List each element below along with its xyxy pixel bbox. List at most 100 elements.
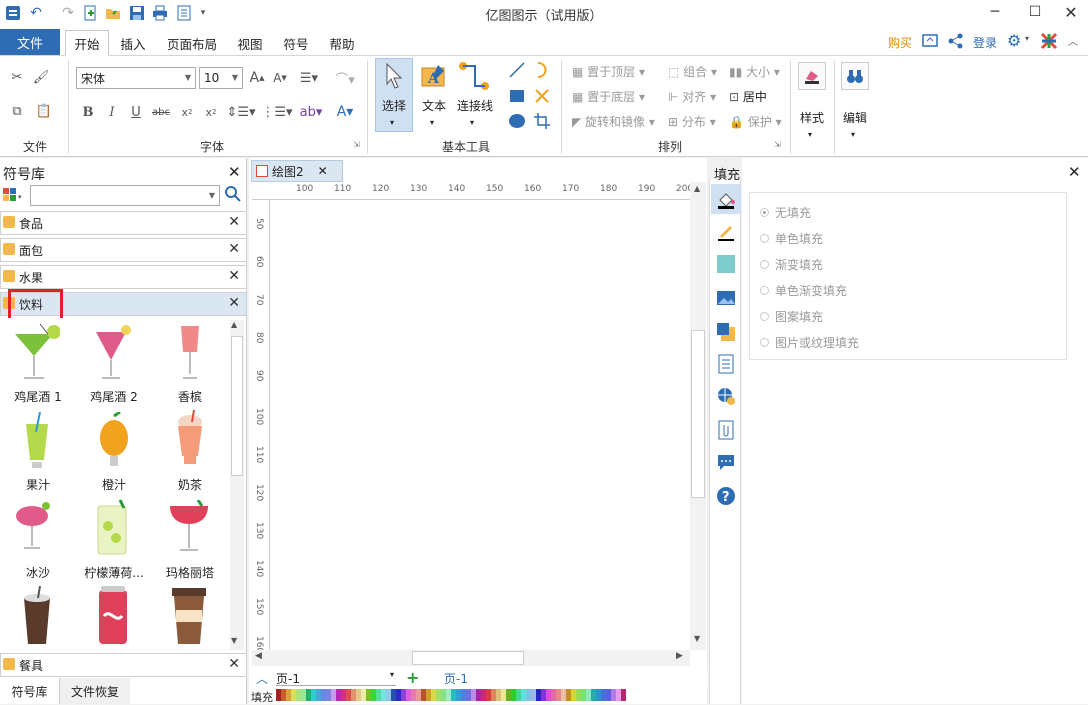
color-palette[interactable] (276, 689, 632, 701)
edit-label[interactable]: 编辑 (839, 109, 871, 126)
font-dialog-launcher-icon[interactable]: ⇲ (353, 140, 360, 149)
style-label[interactable]: 样式 (796, 109, 828, 126)
buy-link[interactable]: 购买 (888, 34, 912, 51)
select-dropdown-icon[interactable]: ▾ (390, 118, 394, 127)
fill-option-pattern[interactable]: 图案填充 (760, 308, 823, 325)
connector-dropdown-icon[interactable]: ▾ (470, 118, 474, 127)
collapse-ribbon-icon[interactable]: ︿ (1068, 33, 1078, 48)
font-color-icon[interactable]: A▾ (332, 102, 358, 122)
line-style-icon[interactable] (716, 222, 736, 242)
library-search-input[interactable]: ▼ (30, 185, 220, 206)
edit-dropdown-icon[interactable]: ▾ (851, 130, 855, 139)
crop-icon[interactable] (532, 111, 552, 134)
line-spacing-icon[interactable]: ⇕☰▾ (226, 102, 256, 122)
search-icon[interactable] (224, 185, 242, 206)
symbol-margarita[interactable]: 玛格丽塔 (152, 494, 228, 582)
hyperlink-globe-icon[interactable] (716, 386, 736, 406)
page-tab-1[interactable]: 页-1 (444, 670, 468, 687)
rectangle-shape-icon[interactable] (507, 86, 527, 109)
symbol-juice[interactable]: 果汁 (0, 406, 76, 494)
canvas-scroll-down-icon[interactable]: ▼ (694, 634, 700, 643)
close-document-icon[interactable]: ✕ (318, 164, 328, 178)
shadow-icon[interactable] (716, 254, 736, 274)
close-category-icon[interactable]: ✕ (228, 214, 240, 230)
symbol-smoothie[interactable]: 冰沙 (0, 494, 76, 582)
image-icon[interactable] (716, 288, 736, 308)
close-library-icon[interactable]: ✕ (228, 163, 241, 181)
symbol-orange-juice[interactable]: 橙汁 (76, 406, 152, 494)
attachment-icon[interactable] (716, 420, 736, 440)
maximize-icon[interactable]: ☐ (1016, 0, 1054, 24)
strikethrough-icon[interactable]: abc (150, 102, 172, 122)
arrange-dialog-launcher-icon[interactable]: ⇲ (774, 140, 781, 149)
align-button[interactable]: ⊩ 对齐 ▾ (668, 88, 716, 105)
tab-view[interactable]: 视图 (230, 30, 270, 56)
layers-icon[interactable] (716, 322, 736, 342)
connector-tool-icon[interactable] (458, 60, 490, 95)
library-grid-icon[interactable]: ▾ (2, 186, 26, 207)
bullet-list-icon[interactable]: ⋮☰▾ (261, 102, 292, 122)
superscript-icon[interactable]: x2 (202, 102, 220, 122)
text-direction-icon[interactable]: ⌒▾ (330, 68, 360, 88)
document-tab[interactable]: 绘图2 ✕ (251, 160, 343, 182)
symbol-milk-tea[interactable]: 奶茶 (152, 406, 228, 494)
category-tableware[interactable]: 餐具 ✕ (0, 653, 247, 677)
close-category-icon[interactable]: ✕ (228, 656, 240, 672)
paste-icon[interactable]: 📋 (32, 102, 56, 120)
fill-option-none[interactable]: 无填充 (760, 204, 811, 221)
symbol-coffee-cup[interactable] (152, 582, 228, 654)
tab-help[interactable]: 帮助 (322, 30, 362, 56)
send-to-back-button[interactable]: ▦ 置于底层 ▾ (572, 88, 645, 105)
page-nav-up-icon[interactable]: ︿ (256, 670, 268, 687)
tab-insert[interactable]: 插入 (113, 30, 153, 56)
size-button[interactable]: ▮▮ 大小 ▾ (729, 63, 780, 80)
symbol-soda-can[interactable] (76, 582, 152, 654)
category-fruit[interactable]: 水果 ✕ (0, 265, 247, 289)
canvas-hscroll-thumb[interactable] (412, 651, 524, 665)
login-link[interactable]: 登录 (973, 34, 997, 51)
settings-dropdown-icon[interactable]: ▾ (1025, 34, 1029, 43)
share-screen-icon[interactable] (921, 32, 939, 53)
close-window-icon[interactable]: ✕ (1052, 0, 1088, 24)
canvas-scroll-left-icon[interactable]: ◀ (255, 651, 262, 661)
center-button[interactable]: ⊡ 居中 (729, 88, 767, 105)
text-dropdown-icon[interactable]: ▾ (430, 118, 434, 127)
tab-symbols[interactable]: 符号 (276, 30, 316, 56)
fill-option-solid[interactable]: 单色填充 (760, 230, 823, 247)
settings-gear-icon[interactable]: ⚙ (1007, 31, 1021, 50)
drawing-page[interactable] (270, 200, 690, 650)
cross-shape-icon[interactable] (532, 86, 552, 109)
page-properties-icon[interactable] (716, 354, 736, 374)
symbol-champagne[interactable]: 香槟 (152, 318, 228, 406)
help-icon[interactable]: ? (716, 486, 736, 506)
binoculars-icon[interactable] (841, 62, 869, 90)
category-bread[interactable]: 面包 ✕ (0, 238, 247, 262)
highlight-icon[interactable]: ab▾ (296, 102, 326, 122)
shrink-font-icon[interactable]: A ▼ (271, 68, 289, 88)
tab-file-recovery[interactable]: 文件恢复 (60, 678, 130, 704)
symbol-bubble-tea[interactable] (0, 582, 76, 654)
cut-icon[interactable]: ✂ (8, 68, 26, 86)
library-scroll-thumb[interactable] (231, 336, 243, 476)
ellipse-shape-icon[interactable] (507, 111, 527, 134)
symbol-cocktail-2[interactable]: 鸡尾酒 2 (76, 318, 152, 406)
text-tool-icon[interactable]: A (420, 62, 448, 93)
comment-icon[interactable] (716, 452, 736, 472)
distribute-button[interactable]: ⊞ 分布 ▾ (668, 113, 716, 130)
font-size-select[interactable]: 10 ▼ (199, 67, 243, 89)
font-name-select[interactable]: 宋体 ▼ (76, 67, 196, 89)
paragraph-align-icon[interactable]: ☰▾ (297, 68, 321, 88)
close-category-icon[interactable]: ✕ (228, 268, 240, 284)
style-dropdown-icon[interactable]: ▾ (808, 130, 812, 139)
text-tool-label[interactable]: 文本 (418, 97, 450, 114)
subscript-icon[interactable]: x2 (178, 102, 196, 122)
minimize-icon[interactable]: ─ (976, 0, 1014, 24)
symbol-lemon-mint[interactable]: 柠檬薄荷... (76, 494, 152, 582)
tab-home[interactable]: 开始 (65, 30, 109, 56)
tab-symbol-library[interactable]: 符号库 (0, 678, 60, 704)
style-icon[interactable] (798, 62, 826, 90)
file-menu-button[interactable]: 文件 (0, 29, 60, 55)
share-icon[interactable] (947, 32, 965, 53)
canvas-scroll-right-icon[interactable]: ▶ (676, 651, 683, 661)
fill-bucket-icon[interactable] (716, 190, 736, 210)
